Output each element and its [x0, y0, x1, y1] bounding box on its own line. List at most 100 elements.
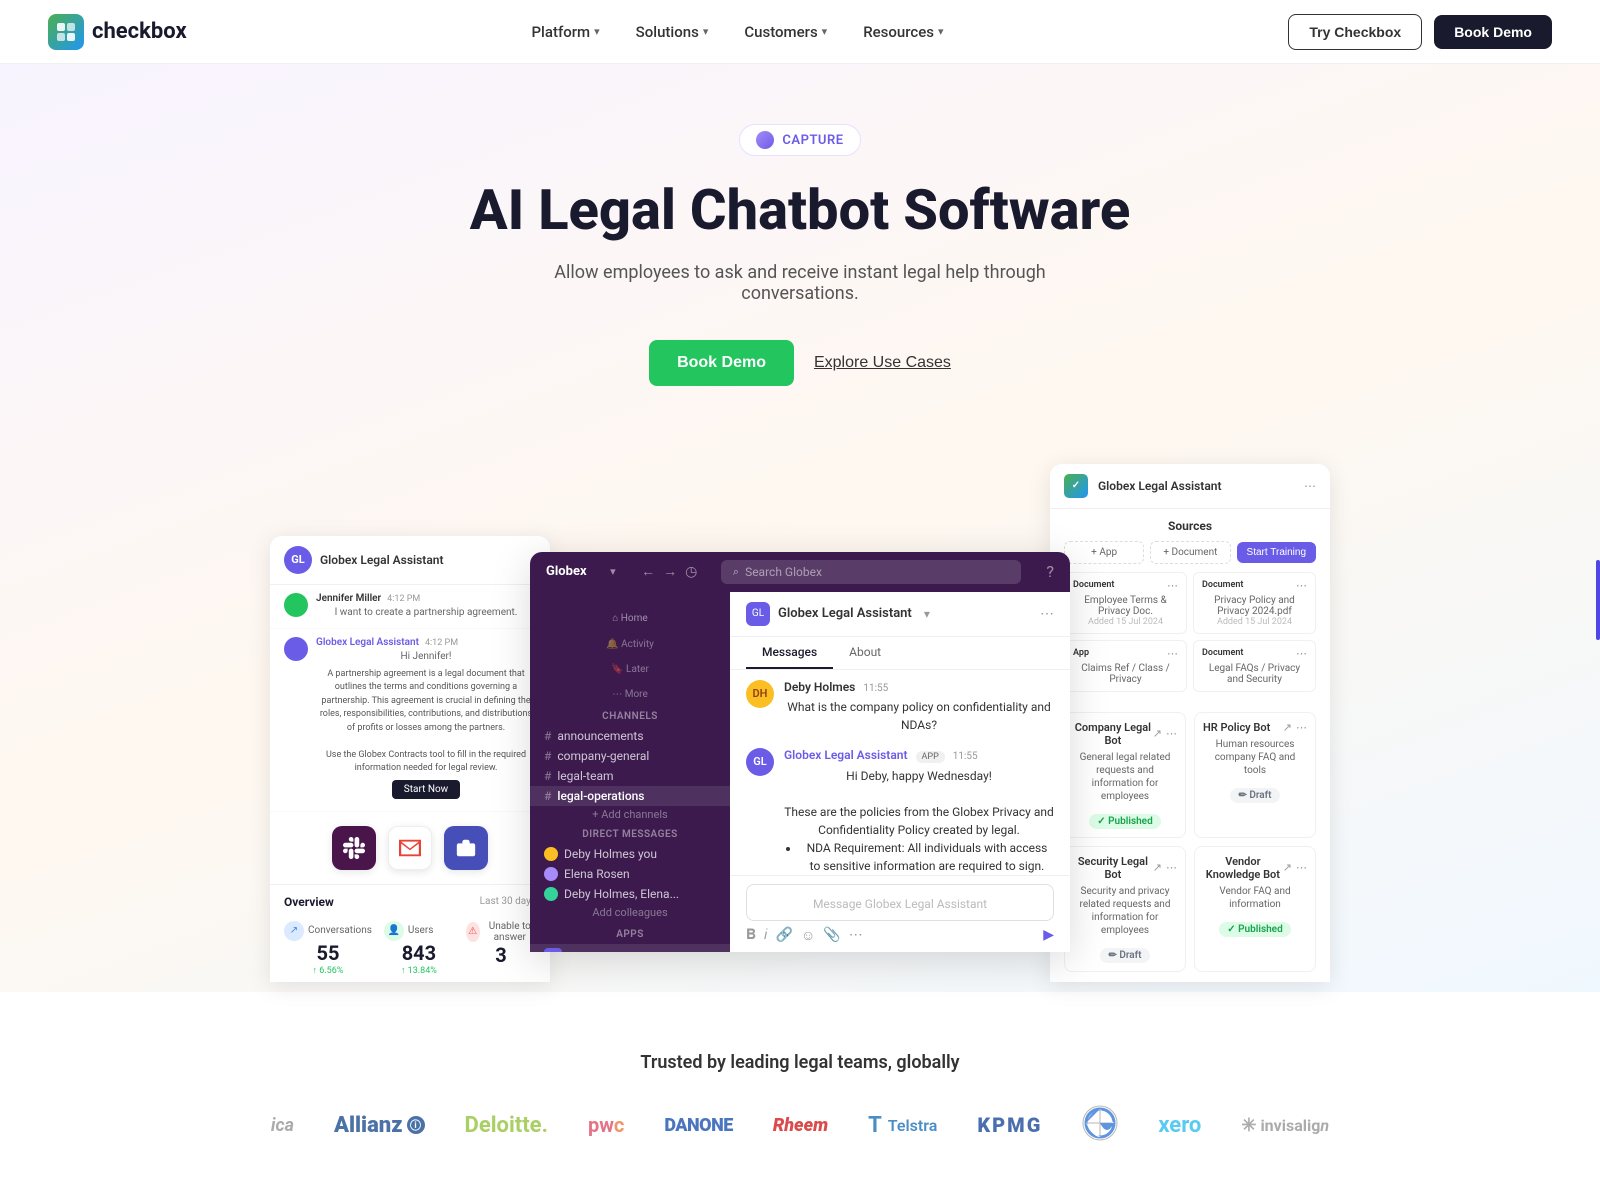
source-more-icon-4[interactable]: ⋯	[1296, 647, 1307, 660]
activity-icon: 🔔 Activity	[606, 639, 654, 650]
chevron-down-icon: ▾	[610, 565, 616, 578]
clock-icon: ◷	[685, 564, 697, 580]
more-options-icon: ⋯	[1040, 606, 1054, 622]
chat-toolbar: 𝐁 𝑖 🔗 ☺ 📎 ⋯ ▶	[746, 927, 1054, 944]
chat-bot-name: Globex Legal Assistant	[778, 606, 912, 621]
nav-solutions[interactable]: Solutions ▾	[622, 15, 723, 49]
gmail-icon	[388, 826, 432, 870]
logo-invisalign: ✳ invisalign	[1241, 1115, 1329, 1136]
left-panel-avatar: GL	[284, 546, 312, 574]
slack-workspace-name: Globex	[546, 564, 587, 579]
share-icon[interactable]: ↗	[1153, 727, 1162, 740]
dm-elena[interactable]: Elena Rosen	[530, 864, 730, 884]
source-more-icon-3[interactable]: ⋯	[1167, 647, 1178, 660]
chat-time: 4:12 PM	[387, 594, 420, 604]
attach-icon[interactable]: 📎	[823, 927, 840, 944]
demo-center-panel: Globex ▾ ← → ◷ ⌕ Search Globex ? ⌂ Home	[530, 552, 1070, 952]
sidebar-channel-legal-ops[interactable]: # legal-operations	[530, 786, 730, 806]
nav-customers[interactable]: Customers ▾	[730, 15, 841, 49]
logo-ica: ica	[271, 1115, 294, 1136]
chat-input-area: Message Globex Legal Assistant 𝐁 𝑖 🔗 ☺ 📎…	[730, 875, 1070, 952]
source-item-1: Document ⋯ Employee Terms & Privacy Doc.…	[1064, 572, 1187, 634]
chat-tabs: Messages About	[730, 637, 1070, 670]
more-icon-2[interactable]: ⋯	[1296, 721, 1307, 734]
try-checkbox-button[interactable]: Try Checkbox	[1288, 14, 1422, 50]
nav-resources[interactable]: Resources ▾	[849, 15, 957, 49]
logos-row: ica Allianz ⓘ Deloitte. pwc DANONE Rheem…	[48, 1105, 1552, 1146]
search-placeholder: Search Globex	[745, 565, 822, 579]
add-channels-btn[interactable]: + Add channels	[530, 806, 730, 823]
more-icon: ⋯ More	[612, 689, 648, 700]
more-icon-4[interactable]: ⋯	[1296, 861, 1307, 874]
add-app-button[interactable]: + App	[1064, 541, 1144, 564]
logo-text: checkbox	[92, 19, 187, 44]
book-demo-hero-button[interactable]: Book Demo	[649, 340, 794, 386]
logo-bmw	[1082, 1105, 1118, 1146]
format-icon[interactable]: 𝐁	[746, 927, 756, 944]
sidebar-channel-legal-team[interactable]: # legal-team	[530, 766, 730, 786]
start-training-button[interactable]: Start Training	[1237, 542, 1316, 563]
chevron-down-icon: ▾	[594, 25, 600, 38]
demo-area: GL Globex Legal Assistant Jennifer Mille…	[200, 434, 1400, 952]
hero-subtitle: Allow employees to ask and receive insta…	[520, 262, 1080, 304]
msg-content-2: Globex Legal Assistant APP 11:55 Hi Deby…	[784, 748, 1054, 875]
search-icon: ⌕	[733, 565, 739, 579]
share-icon-3[interactable]: ↗	[1153, 861, 1162, 874]
demo-left-panel: GL Globex Legal Assistant Jennifer Mille…	[270, 536, 550, 982]
source-more-icon[interactable]: ⋯	[1167, 579, 1178, 592]
users-icon: 👤	[384, 921, 404, 941]
source-item-2: Document ⋯ Privacy Policy and Privacy 20…	[1193, 572, 1316, 634]
bot-card-company-legal: Company Legal Bot ↗ ⋯ General legal rela…	[1064, 712, 1186, 838]
source-more-icon-2[interactable]: ⋯	[1296, 579, 1307, 592]
bot-avatar	[284, 637, 308, 661]
overview-title: Overview	[284, 895, 334, 909]
left-panel-header: GL Globex Legal Assistant	[270, 536, 550, 585]
tab-messages[interactable]: Messages	[746, 637, 833, 669]
chat-input-placeholder: Message Globex Legal Assistant	[813, 897, 987, 911]
chat-area: GL Globex Legal Assistant ▾ ⋯ Messages A…	[730, 592, 1070, 952]
share-icon-2[interactable]: ↗	[1283, 721, 1292, 734]
more-tools-icon[interactable]: ⋯	[849, 927, 863, 944]
messages-area: DH Deby Holmes 11:55 What is the company…	[730, 670, 1070, 875]
capture-dot	[756, 131, 774, 149]
right-panel-header: ✓ Globex Legal Assistant ⋯	[1050, 464, 1330, 509]
sidebar-app-legal-assistant[interactable]: GL Globex Legal Assistant	[530, 944, 730, 952]
link-icon[interactable]: 🔗	[776, 927, 793, 944]
chat-input-box[interactable]: Message Globex Legal Assistant	[746, 884, 1054, 921]
nav-platform[interactable]: Platform ▾	[517, 15, 613, 49]
logo-danone: DANONE	[664, 1115, 733, 1136]
chevron-down-icon-2: ▾	[924, 607, 930, 621]
logo[interactable]: checkbox	[48, 14, 187, 50]
chat-content-2: Globex Legal Assistant 4:12 PM Hi Jennif…	[316, 637, 536, 803]
italic-icon[interactable]: 𝑖	[764, 927, 768, 944]
more-icon-3[interactable]: ⋯	[1166, 861, 1177, 874]
dm-deby-you[interactable]: Deby Holmes you	[530, 844, 730, 864]
sidebar-channel-announcements[interactable]: # announcements	[530, 726, 730, 746]
bot-msg-avatar: GL	[746, 748, 774, 776]
sidebar-channel-general[interactable]: # company-general	[530, 746, 730, 766]
right-panel-title: Globex Legal Assistant	[1098, 479, 1222, 493]
help-icon: ?	[1046, 562, 1054, 581]
add-document-button[interactable]: + Document	[1150, 541, 1230, 564]
book-demo-nav-button[interactable]: Book Demo	[1434, 15, 1552, 49]
chat-message: I want to create a partnership agreement…	[316, 606, 536, 620]
start-now-button[interactable]: Start Now	[392, 780, 460, 799]
chat-content-1: Jennifer Miller 4:12 PM I want to create…	[316, 593, 536, 620]
dm-group[interactable]: Deby Holmes, Elena...	[530, 884, 730, 904]
capture-badge: CAPTURE	[739, 124, 860, 156]
emoji-icon[interactable]: ☺	[801, 927, 815, 944]
logo-rheem: Rheem	[773, 1115, 828, 1136]
app-icon: GL	[544, 948, 562, 952]
slack-body: ⌂ Home 🔔 Activity 🔖 Later ⋯ More Channel…	[530, 592, 1070, 952]
send-button[interactable]: ▶	[1043, 927, 1054, 944]
hero-actions: Book Demo Explore Use Cases	[48, 340, 1552, 386]
more-icon[interactable]: ⋯	[1166, 727, 1177, 740]
explore-use-cases-link[interactable]: Explore Use Cases	[814, 354, 951, 372]
add-colleagues-btn[interactable]: Add colleagues	[530, 904, 730, 921]
bot-cards: Company Legal Bot ↗ ⋯ General legal rela…	[1050, 712, 1330, 982]
tab-about[interactable]: About	[833, 637, 897, 669]
status-badge-draft-2: ✏ Draft	[1100, 948, 1149, 963]
share-icon-4[interactable]: ↗	[1283, 861, 1292, 874]
stats-row: ↗ Conversations 55 ↑ 6.56% 👤 Users 843 ↑…	[284, 921, 536, 976]
slack-search[interactable]: ⌕ Search Globex	[721, 560, 1021, 584]
